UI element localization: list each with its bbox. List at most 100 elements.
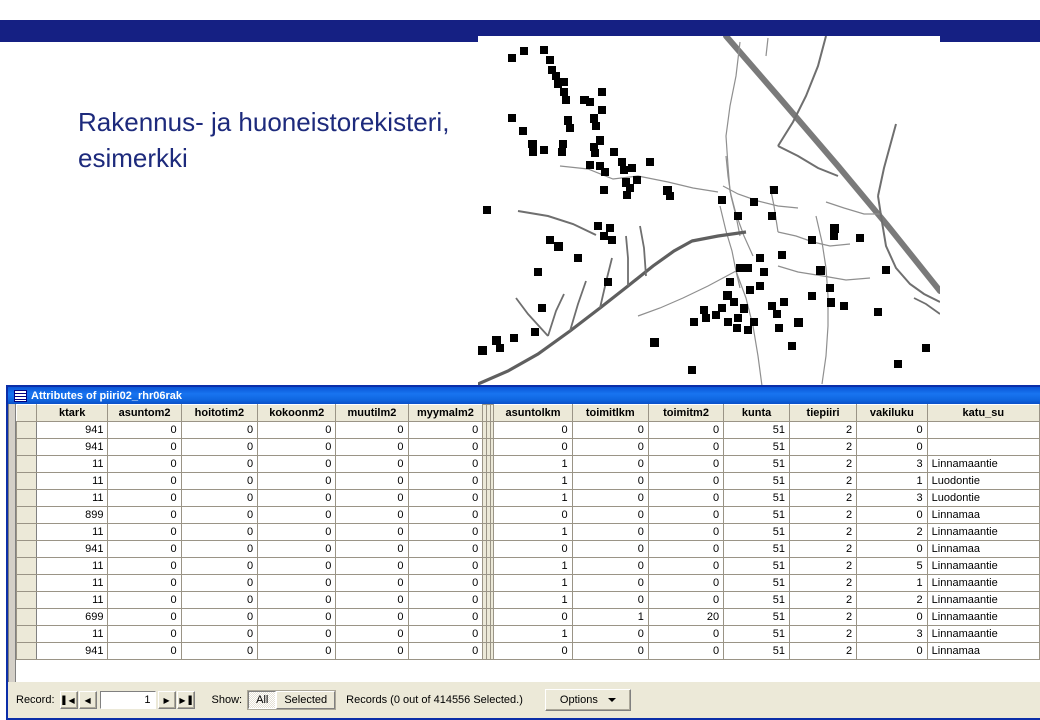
cell[interactable]: 0 <box>335 625 409 643</box>
cell[interactable]: 0 <box>335 591 409 609</box>
cell[interactable]: 0 <box>407 489 484 507</box>
cell[interactable]: 1 <box>493 455 573 473</box>
cell[interactable]: Linnamaantie <box>926 608 1040 626</box>
cell[interactable]: 0 <box>180 455 259 473</box>
cell[interactable]: 0 <box>107 608 182 626</box>
cell[interactable]: 51 <box>723 421 791 439</box>
row-selector[interactable] <box>16 642 37 660</box>
cell[interactable]: 0 <box>407 557 484 575</box>
cell[interactable]: 0 <box>571 455 649 473</box>
cell[interactable]: 0 <box>257 421 337 439</box>
attribute-table[interactable]: ktark asuntom2 hoitotim2 kokoonm2 muutil… <box>16 404 1040 660</box>
previous-record-button[interactable]: ◀ <box>78 691 97 709</box>
cell[interactable]: 0 <box>107 625 182 643</box>
column-header-vakiluku[interactable]: vakiluku <box>856 404 928 422</box>
row-selector[interactable] <box>16 523 37 541</box>
cell[interactable]: 0 <box>257 591 337 609</box>
cell[interactable]: 1 <box>493 574 573 592</box>
table-row[interactable]: 941 0 0 0 0 0 0 0 0 51 2 0 <box>16 421 1040 439</box>
cell[interactable]: 0 <box>257 625 337 643</box>
cell[interactable]: Luodontie <box>926 472 1040 490</box>
table-header-row[interactable]: ktark asuntom2 hoitotim2 kokoonm2 muutil… <box>16 404 1040 422</box>
cell[interactable]: 1 <box>571 608 649 626</box>
cell[interactable]: 1 <box>493 591 573 609</box>
cell[interactable]: 51 <box>723 574 791 592</box>
cell[interactable]: 2 <box>789 608 858 626</box>
cell[interactable]: 0 <box>335 506 409 524</box>
cell[interactable]: 0 <box>335 523 409 541</box>
last-record-button[interactable]: ▶▐ <box>176 691 195 709</box>
cell[interactable]: 0 <box>571 523 649 541</box>
row-selector[interactable] <box>16 506 37 524</box>
cell[interactable]: 2 <box>789 625 858 643</box>
cell[interactable]: 3 <box>856 625 928 643</box>
cell[interactable]: 0 <box>407 540 484 558</box>
cell[interactable]: 20 <box>647 608 725 626</box>
cell[interactable]: 2 <box>789 438 858 456</box>
cell[interactable]: 0 <box>257 455 337 473</box>
cell[interactable]: 0 <box>107 438 182 456</box>
cell[interactable]: 0 <box>335 608 409 626</box>
cell[interactable]: 0 <box>257 472 337 490</box>
cell[interactable]: 0 <box>335 642 409 660</box>
cell[interactable]: 0 <box>407 591 484 609</box>
row-selector[interactable] <box>16 574 37 592</box>
cell[interactable]: 0 <box>107 421 182 439</box>
cell[interactable]: 0 <box>856 506 928 524</box>
column-header-myymalm2[interactable]: myymalm2 <box>407 404 484 422</box>
cell[interactable]: 51 <box>723 455 791 473</box>
cell[interactable]: 1 <box>493 557 573 575</box>
cell[interactable]: 0 <box>856 642 928 660</box>
cell[interactable]: 0 <box>335 574 409 592</box>
cell[interactable]: 0 <box>647 591 725 609</box>
table-row[interactable]: 11 0 0 0 0 0 1 0 0 51 2 2 Linnamaantie <box>16 523 1040 541</box>
cell[interactable]: 0 <box>407 625 484 643</box>
cell[interactable]: 0 <box>856 438 928 456</box>
cell[interactable]: 0 <box>107 523 182 541</box>
cell[interactable]: 0 <box>107 472 182 490</box>
cell[interactable]: Linnamaa <box>926 540 1040 558</box>
cell[interactable]: 0 <box>571 421 649 439</box>
cell[interactable]: Linnamaantie <box>926 591 1040 609</box>
cell[interactable]: 0 <box>180 438 259 456</box>
column-header-muutilm2[interactable]: muutilm2 <box>335 404 409 422</box>
cell[interactable]: 0 <box>180 523 259 541</box>
cell[interactable]: 0 <box>407 455 484 473</box>
cell[interactable]: 0 <box>571 625 649 643</box>
table-row[interactable]: 11 0 0 0 0 0 1 0 0 51 2 1 Luodontie <box>16 472 1040 490</box>
cell[interactable]: 0 <box>335 489 409 507</box>
row-selector[interactable] <box>16 472 37 490</box>
cell[interactable]: 0 <box>107 489 182 507</box>
cell[interactable]: 0 <box>180 574 259 592</box>
cell[interactable]: 0 <box>571 489 649 507</box>
cell[interactable]: 0 <box>407 523 484 541</box>
row-selector[interactable] <box>16 557 37 575</box>
cell[interactable]: 0 <box>493 608 573 626</box>
row-selector[interactable] <box>16 608 37 626</box>
cell[interactable]: 51 <box>723 438 791 456</box>
cell[interactable]: 0 <box>647 642 725 660</box>
cell[interactable]: 11 <box>35 489 109 507</box>
cell[interactable]: 941 <box>35 540 109 558</box>
cell[interactable]: 2 <box>789 574 858 592</box>
row-selector[interactable] <box>16 591 37 609</box>
row-selector[interactable] <box>16 625 37 643</box>
column-header-toimitm2[interactable]: toimitm2 <box>647 404 725 422</box>
table-row[interactable]: 699 0 0 0 0 0 0 1 20 51 2 0 Linnamaantie <box>16 608 1040 626</box>
show-all-button[interactable]: All <box>248 691 277 709</box>
record-number-input[interactable] <box>99 691 156 709</box>
cell[interactable]: 0 <box>647 438 725 456</box>
cell[interactable]: 51 <box>723 608 791 626</box>
cell[interactable]: 0 <box>647 557 725 575</box>
cell[interactable]: 0 <box>647 421 725 439</box>
cell[interactable]: 0 <box>407 438 484 456</box>
column-header-kunta[interactable]: kunta <box>723 404 791 422</box>
cell[interactable]: 0 <box>257 438 337 456</box>
table-row[interactable]: 11 0 0 0 0 0 1 0 0 51 2 5 Linnamaantie <box>16 557 1040 575</box>
cell[interactable]: 0 <box>180 472 259 490</box>
cell[interactable]: 2 <box>789 472 858 490</box>
cell[interactable]: 0 <box>571 642 649 660</box>
cell[interactable]: 51 <box>723 472 791 490</box>
cell[interactable]: 941 <box>35 421 109 439</box>
cell[interactable]: Linnamaantie <box>926 625 1040 643</box>
